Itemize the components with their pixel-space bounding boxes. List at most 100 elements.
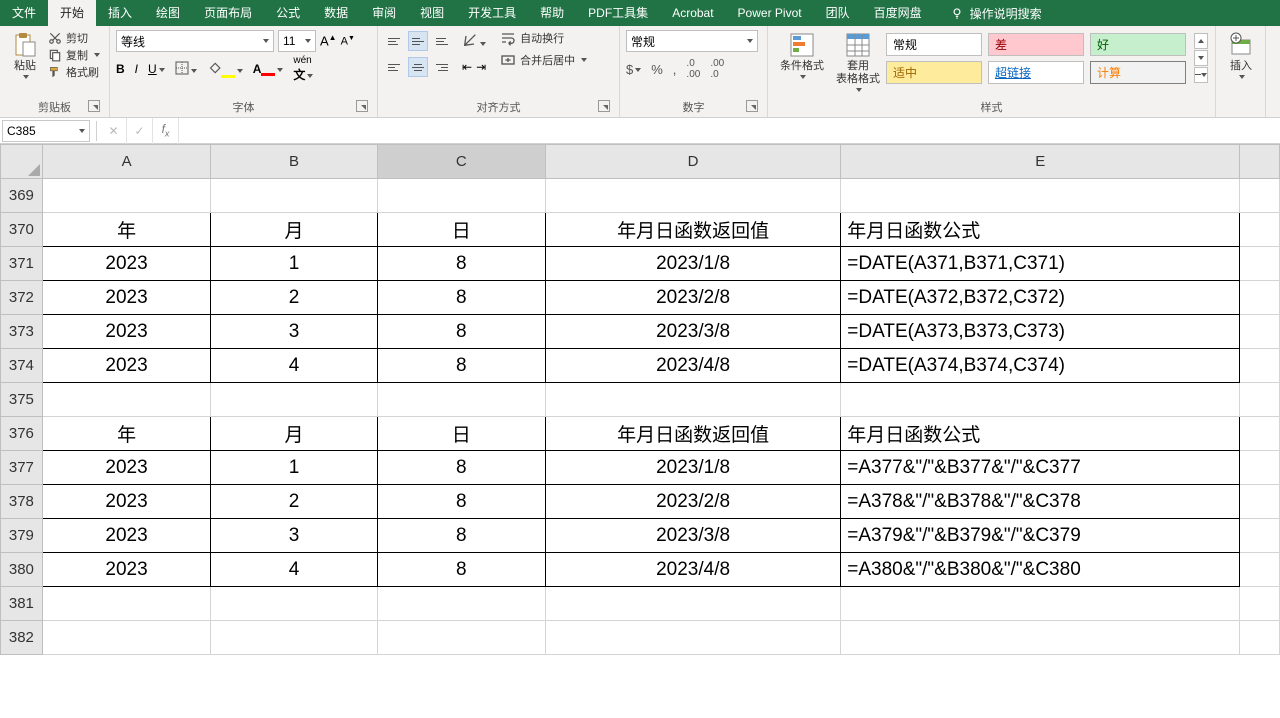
number-format-select[interactable]: 常规 [626, 30, 758, 52]
cell-B380[interactable]: 4 [211, 553, 377, 587]
cell-B370[interactable]: 月 [211, 213, 377, 247]
cell-B369[interactable] [211, 179, 377, 213]
cell-A380[interactable]: 2023 [42, 553, 211, 587]
style-bad[interactable]: 差 [988, 33, 1084, 56]
align-launcher[interactable] [598, 100, 610, 112]
cell-D371[interactable]: 2023/1/8 [545, 247, 840, 281]
menu-tab-8[interactable]: 视图 [408, 0, 456, 26]
cell-D379[interactable]: 2023/3/8 [545, 519, 840, 553]
row-header-370[interactable]: 370 [1, 213, 43, 247]
cell-A379[interactable]: 2023 [42, 519, 211, 553]
format-as-table-button[interactable]: 套用 表格格式 [830, 30, 886, 94]
row-header-382[interactable]: 382 [1, 621, 43, 655]
cell-A377[interactable]: 2023 [42, 451, 211, 485]
cell-E380[interactable]: =A380&"/"&B380&"/"&C380 [841, 553, 1240, 587]
align-bottom-button[interactable] [432, 31, 452, 51]
cell-B374[interactable]: 4 [211, 349, 377, 383]
menu-tab-11[interactable]: PDF工具集 [576, 0, 660, 26]
percent-format-button[interactable]: % [651, 62, 663, 77]
row-header-372[interactable]: 372 [1, 281, 43, 315]
decrease-indent-button[interactable]: ⇤ [462, 60, 472, 74]
align-right-button[interactable] [432, 57, 452, 77]
align-top-button[interactable] [384, 31, 404, 51]
menu-tab-14[interactable]: 团队 [814, 0, 862, 26]
menu-tab-6[interactable]: 数据 [312, 0, 360, 26]
copy-button[interactable]: 复制 [46, 47, 102, 63]
col-header-E[interactable]: E [841, 145, 1240, 179]
increase-indent-button[interactable]: ⇥ [476, 60, 486, 74]
cell-D375[interactable] [545, 383, 840, 417]
row-header-375[interactable]: 375 [1, 383, 43, 417]
cell-B381[interactable] [211, 587, 377, 621]
col-header-D[interactable]: D [545, 145, 840, 179]
cell-E371[interactable]: =DATE(A371,B371,C371) [841, 247, 1240, 281]
cell-A374[interactable]: 2023 [42, 349, 211, 383]
menu-tab-13[interactable]: Power Pivot [726, 0, 814, 26]
cell-styles-gallery[interactable]: 常规 适中 差 超链接 好 计算 [886, 30, 1208, 84]
font-launcher[interactable] [356, 100, 368, 112]
cell-E374[interactable]: =DATE(A374,B374,C374) [841, 349, 1240, 383]
cell-A369[interactable] [42, 179, 211, 213]
align-middle-button[interactable] [408, 31, 428, 51]
cell-E370[interactable]: 年月日函数公式 [841, 213, 1240, 247]
menu-tab-9[interactable]: 开发工具 [456, 0, 528, 26]
shrink-font-button[interactable]: A▼ [341, 35, 355, 48]
cell-D369[interactable] [545, 179, 840, 213]
row-header-377[interactable]: 377 [1, 451, 43, 485]
cell-E372[interactable]: =DATE(A372,B372,C372) [841, 281, 1240, 315]
styles-more[interactable] [1194, 67, 1208, 83]
comma-format-button[interactable]: , [673, 62, 677, 77]
select-all-corner[interactable] [1, 145, 43, 179]
borders-button[interactable] [175, 61, 197, 78]
styles-scroll-up[interactable] [1194, 33, 1208, 49]
row-header-380[interactable]: 380 [1, 553, 43, 587]
menu-tab-2[interactable]: 插入 [96, 0, 144, 26]
col-header-C[interactable]: C [377, 145, 545, 179]
cell-C376[interactable]: 日 [377, 417, 545, 451]
menu-tab-7[interactable]: 审阅 [360, 0, 408, 26]
formula-input[interactable] [179, 120, 1280, 142]
font-size-select[interactable]: 11 [278, 30, 316, 52]
align-left-button[interactable] [384, 57, 404, 77]
enter-formula-button[interactable]: ✓ [127, 118, 153, 144]
cell-B372[interactable]: 2 [211, 281, 377, 315]
cell-B371[interactable]: 1 [211, 247, 377, 281]
style-normal[interactable]: 常规 [886, 33, 982, 56]
cell-E373[interactable]: =DATE(A373,B373,C373) [841, 315, 1240, 349]
number-launcher[interactable] [746, 100, 758, 112]
cell-D374[interactable]: 2023/4/8 [545, 349, 840, 383]
cell-C379[interactable]: 8 [377, 519, 545, 553]
wrap-text-button[interactable]: 自动换行 [498, 30, 589, 46]
font-name-select[interactable]: 等线 [116, 30, 274, 52]
cell-E382[interactable] [841, 621, 1240, 655]
cell-B382[interactable] [211, 621, 377, 655]
cut-button[interactable]: 剪切 [46, 30, 102, 46]
col-header-B[interactable]: B [211, 145, 377, 179]
cell-A375[interactable] [42, 383, 211, 417]
cell-D377[interactable]: 2023/1/8 [545, 451, 840, 485]
cell-E369[interactable] [841, 179, 1240, 213]
row-header-379[interactable]: 379 [1, 519, 43, 553]
cell-E381[interactable] [841, 587, 1240, 621]
menu-tab-12[interactable]: Acrobat [660, 0, 725, 26]
cell-C372[interactable]: 8 [377, 281, 545, 315]
accounting-format-button[interactable]: $ [626, 62, 641, 77]
merge-center-button[interactable]: 合并后居中 [498, 52, 589, 68]
cell-D370[interactable]: 年月日函数返回值 [545, 213, 840, 247]
name-box[interactable]: C385 [2, 120, 90, 142]
cell-C382[interactable] [377, 621, 545, 655]
cell-A372[interactable]: 2023 [42, 281, 211, 315]
cell-B375[interactable] [211, 383, 377, 417]
cell-C378[interactable]: 8 [377, 485, 545, 519]
orientation-button[interactable] [462, 32, 486, 51]
cell-B373[interactable]: 3 [211, 315, 377, 349]
cell-C369[interactable] [377, 179, 545, 213]
cell-E376[interactable]: 年月日函数公式 [841, 417, 1240, 451]
cell-A376[interactable]: 年 [42, 417, 211, 451]
menu-tab-10[interactable]: 帮助 [528, 0, 576, 26]
cell-C371[interactable]: 8 [377, 247, 545, 281]
menu-tab-5[interactable]: 公式 [264, 0, 312, 26]
menu-tab-4[interactable]: 页面布局 [192, 0, 264, 26]
cell-D382[interactable] [545, 621, 840, 655]
cell-D380[interactable]: 2023/4/8 [545, 553, 840, 587]
